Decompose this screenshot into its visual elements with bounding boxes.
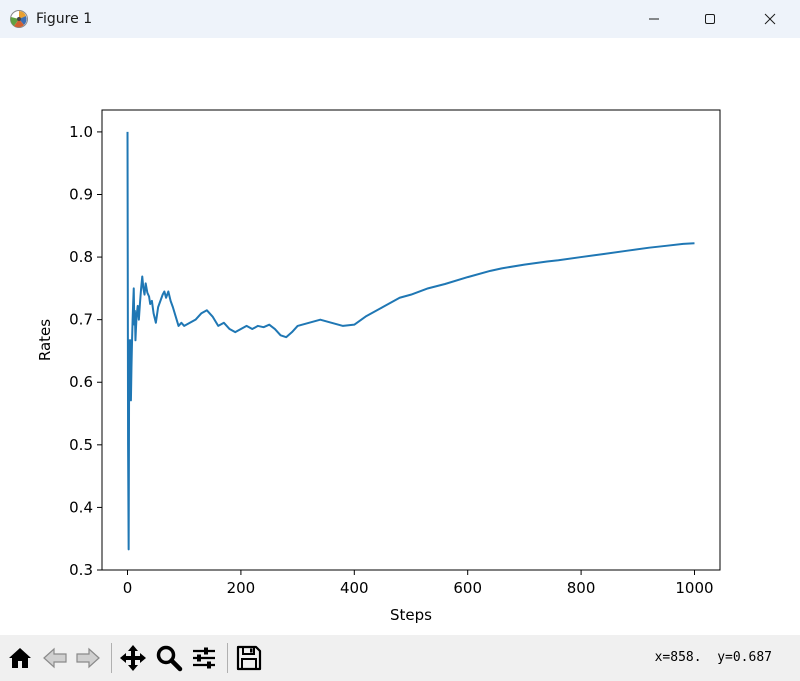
window-title: Figure 1 bbox=[36, 11, 93, 27]
y-tick-label: 0.4 bbox=[69, 498, 93, 516]
y-tick-label: 0.9 bbox=[69, 185, 93, 203]
y-tick-label: 1.0 bbox=[69, 123, 93, 141]
y-axis-label: Rates bbox=[36, 319, 54, 361]
subplots-config-icon bbox=[193, 647, 215, 669]
home-icon bbox=[9, 648, 31, 668]
x-axis-label: Steps bbox=[390, 606, 432, 624]
y-tick-label: 0.8 bbox=[69, 248, 93, 266]
toolbar-separator bbox=[111, 643, 112, 673]
home-button[interactable] bbox=[6, 644, 34, 672]
close-icon bbox=[764, 13, 776, 25]
y-tick-label: 0.6 bbox=[69, 373, 93, 391]
save-button[interactable] bbox=[235, 644, 263, 672]
x-axis: 0 200 400 600 800 1000 bbox=[123, 570, 714, 597]
close-button[interactable] bbox=[742, 0, 798, 38]
line-chart: 0 200 400 600 800 1000 0.3 0.4 0.5 0.6 0.7 0.8 0.9 1… bbox=[36, 109, 721, 624]
matplotlib-logo-icon bbox=[9, 9, 29, 29]
plot-frame bbox=[101, 109, 721, 571]
maximize-button[interactable] bbox=[682, 0, 738, 38]
x-tick-label: 1000 bbox=[675, 579, 713, 597]
series-line bbox=[126, 131, 695, 551]
zoom-button[interactable] bbox=[155, 644, 183, 672]
pan-button[interactable] bbox=[119, 644, 147, 672]
zoom-icon bbox=[156, 645, 183, 672]
minimize-icon bbox=[649, 18, 659, 20]
x-tick-label: 600 bbox=[453, 579, 482, 597]
minimize-button[interactable] bbox=[626, 0, 682, 38]
back-icon bbox=[43, 647, 67, 669]
x-tick-label: 200 bbox=[227, 579, 256, 597]
maximize-icon bbox=[705, 14, 715, 24]
cursor-coordinates: x=858. y=0.687 bbox=[654, 650, 772, 665]
x-tick-label: 400 bbox=[340, 579, 369, 597]
navigation-toolbar: x=858. y=0.687 bbox=[0, 635, 800, 681]
y-tick-label: 0.7 bbox=[69, 311, 93, 329]
figure-canvas[interactable]: 0 200 400 600 800 1000 0.3 0.4 0.5 0.6 0.7 0.8 0.9 1… bbox=[0, 38, 800, 635]
forward-button[interactable] bbox=[74, 644, 102, 672]
toolbar-separator bbox=[227, 643, 228, 673]
forward-icon bbox=[76, 647, 100, 669]
back-button[interactable] bbox=[41, 644, 69, 672]
save-icon bbox=[236, 645, 262, 671]
y-tick-label: 0.5 bbox=[69, 436, 93, 454]
subplots-config-button[interactable] bbox=[190, 644, 218, 672]
y-axis: 0.3 0.4 0.5 0.6 0.7 0.8 0.9 1.0 bbox=[69, 123, 102, 579]
window-titlebar: Figure 1 bbox=[0, 0, 800, 38]
x-tick-label: 800 bbox=[567, 579, 596, 597]
pan-icon bbox=[120, 645, 146, 671]
x-tick-label: 0 bbox=[123, 579, 133, 597]
y-tick-label: 0.3 bbox=[69, 561, 93, 579]
